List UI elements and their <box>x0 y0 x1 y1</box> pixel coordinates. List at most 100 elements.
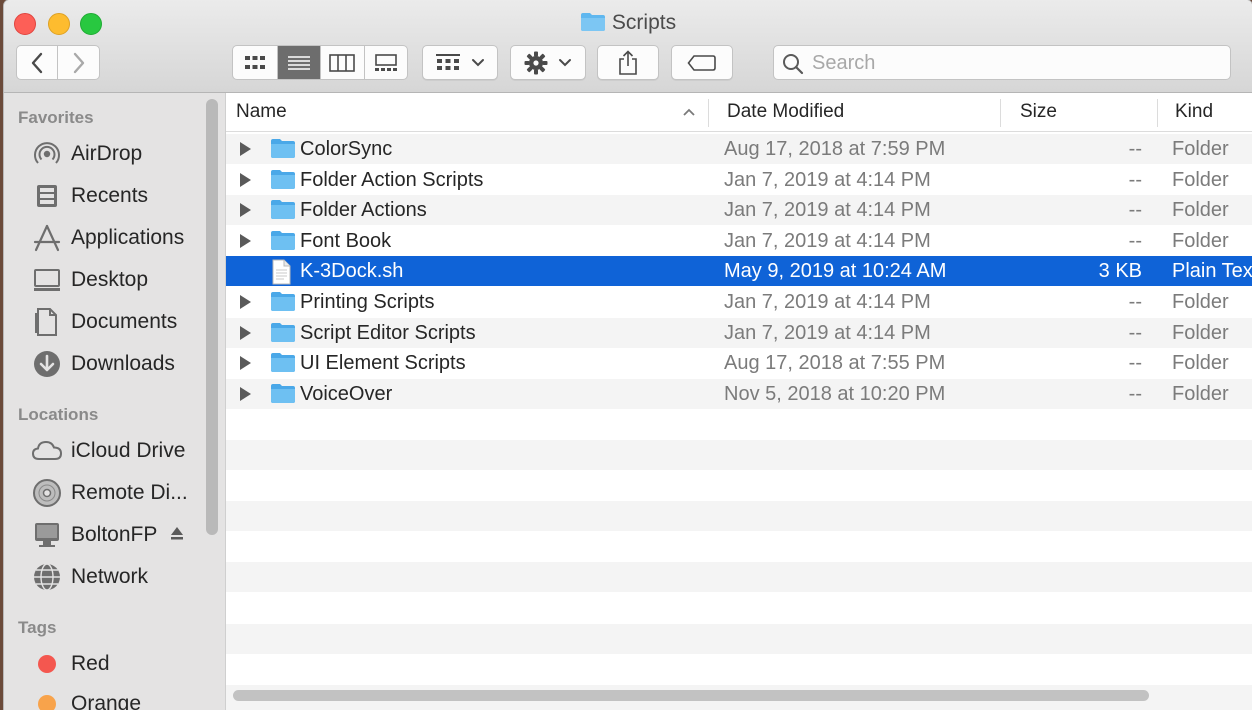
table-row[interactable]: VoiceOver Nov 5, 2018 at 10:20 PM -- Folder <box>226 378 1252 410</box>
file-kind: Folder <box>1172 138 1229 160</box>
column-divider[interactable] <box>1000 99 1001 127</box>
empty-row <box>226 623 1252 654</box>
icon-view-button[interactable] <box>233 46 279 79</box>
disclosure-triangle-icon[interactable] <box>240 325 251 340</box>
file-kind: Folder <box>1172 352 1229 375</box>
cloud-icon <box>31 435 63 467</box>
folder-icon <box>270 137 296 165</box>
downloads-icon <box>31 348 63 380</box>
folder-icon <box>270 382 296 410</box>
folder-icon <box>270 351 296 379</box>
computer-icon <box>31 519 63 551</box>
nav-buttons <box>16 45 100 80</box>
column-header-date[interactable]: Date Modified <box>727 101 844 123</box>
folder-icon <box>580 12 606 38</box>
column-header-size[interactable]: Size <box>1020 101 1057 123</box>
disclosure-triangle-icon[interactable] <box>240 295 251 309</box>
table-row[interactable]: Folder Action Scripts Jan 7, 2019 at 4:14… <box>226 165 1252 195</box>
sidebar-item-label: Documents <box>71 310 178 333</box>
column-view-button[interactable] <box>321 46 365 79</box>
disclosure-triangle-icon[interactable] <box>240 172 251 187</box>
table-row[interactable]: K-3Dock.sh May 9, 2019 at 10:24 AM 3 KB Pla… <box>226 256 1252 287</box>
file-date-modified: Jan 7, 2019 at 4:14 PM <box>724 321 931 344</box>
empty-row <box>226 593 1252 623</box>
folder-icon <box>270 168 296 196</box>
file-size: -- <box>1128 168 1142 191</box>
disclosure-triangle-icon[interactable] <box>240 203 251 218</box>
file-kind: Folder <box>1172 321 1229 344</box>
column-header-name[interactable]: Name <box>236 101 287 123</box>
sidebar-item-documents[interactable]: Documents <box>4 302 204 342</box>
search-field[interactable] <box>773 45 1231 80</box>
eject-icon[interactable] <box>169 525 185 546</box>
disclosure-triangle-icon[interactable] <box>240 386 251 401</box>
window-title: Scripts <box>4 11 1252 38</box>
sidebar-item-tag-red[interactable]: Red <box>4 644 204 684</box>
share-button[interactable] <box>597 45 659 80</box>
file-name: K-3Dock.sh <box>300 260 404 283</box>
sidebar-item-applications[interactable]: Applications <box>4 218 204 258</box>
table-row[interactable]: Folder Actions Jan 7, 2019 at 4:14 PM -- Fo… <box>226 195 1252 226</box>
chevron-left-icon <box>31 52 43 73</box>
sidebar-item-downloads[interactable]: Downloads <box>4 344 204 384</box>
gallery-view-button[interactable] <box>365 46 408 79</box>
action-button[interactable] <box>510 45 586 80</box>
horizontal-scrollbar[interactable] <box>233 690 1149 701</box>
table-row[interactable]: Printing Scripts Jan 7, 2019 at 4:14 PM --… <box>226 287 1252 317</box>
file-size: -- <box>1128 199 1142 222</box>
sidebar-item-desktop[interactable]: Desktop <box>4 260 204 300</box>
file-date-modified: Nov 5, 2018 at 10:20 PM <box>724 382 946 405</box>
applications-icon <box>31 222 63 254</box>
file-size: -- <box>1128 229 1142 252</box>
table-row[interactable]: UI Element Scripts Aug 17, 2018 at 7:55 P… <box>226 348 1252 378</box>
file-name: Printing Scripts <box>300 291 435 313</box>
sidebar-item-network[interactable]: Network <box>4 557 204 597</box>
file-size: 3 KB <box>1098 260 1142 283</box>
sidebar-item-label: Downloads <box>71 352 175 375</box>
sort-ascending-icon[interactable] <box>682 107 696 117</box>
column-divider[interactable] <box>708 99 709 127</box>
empty-row <box>226 409 1252 439</box>
forward-button[interactable] <box>58 46 99 79</box>
file-list: Name Date Modified Size Kind ColorSync Au… <box>226 93 1252 710</box>
column-header: Name Date Modified Size Kind <box>226 93 1252 132</box>
search-input[interactable] <box>810 50 1224 77</box>
file-size: -- <box>1128 291 1142 313</box>
table-row[interactable]: Font Book Jan 7, 2019 at 4:14 PM -- Folder <box>226 226 1252 256</box>
file-date-modified: Jan 7, 2019 at 4:14 PM <box>724 199 931 222</box>
sidebar-item-label: iCloud Drive <box>71 439 186 462</box>
column-divider[interactable] <box>1157 99 1158 127</box>
folder-icon <box>270 198 296 226</box>
table-row[interactable]: ColorSync Aug 17, 2018 at 7:59 PM -- Folder <box>226 134 1252 164</box>
file-kind: Folder <box>1172 199 1229 222</box>
airdrop-icon <box>31 138 63 170</box>
tag-dot-icon <box>31 688 63 710</box>
tag-button[interactable] <box>671 45 733 80</box>
sidebar-heading-favorites: Favorites <box>18 108 94 127</box>
disclosure-triangle-icon[interactable] <box>240 233 251 248</box>
sidebar-item-label: Remote Di... <box>71 481 188 504</box>
column-header-kind[interactable]: Kind <box>1175 101 1213 123</box>
file-kind: Plain Text <box>1172 260 1252 283</box>
file-name: Folder Action Scripts <box>300 168 484 191</box>
file-kind: Folder <box>1172 229 1229 252</box>
disclosure-triangle-icon[interactable] <box>240 142 251 156</box>
file-date-modified: Aug 17, 2018 at 7:59 PM <box>724 138 946 160</box>
disclosure-triangle-icon[interactable] <box>240 356 251 371</box>
sidebar-item-boltonfp[interactable]: BoltonFP <box>4 515 204 555</box>
sidebar-item-tag-orange[interactable]: Orange <box>4 684 204 710</box>
sidebar-item-remote-disc[interactable]: Remote Di... <box>4 473 204 513</box>
chevron-down-icon <box>472 58 484 66</box>
sidebar-item-icloud-drive[interactable]: iCloud Drive <box>4 431 204 471</box>
sidebar-item-recents[interactable]: Recents <box>4 176 204 216</box>
group-button[interactable] <box>422 45 498 80</box>
back-button[interactable] <box>17 46 59 79</box>
file-date-modified: Aug 17, 2018 at 7:55 PM <box>724 352 946 375</box>
table-row[interactable]: Script Editor Scripts Jan 7, 2019 at 4:14… <box>226 317 1252 348</box>
network-icon <box>31 561 63 593</box>
file-name: ColorSync <box>300 138 393 160</box>
sidebar-scrollbar[interactable] <box>206 99 218 535</box>
sidebar-item-airdrop[interactable]: AirDrop <box>4 134 204 174</box>
sidebar-item-label: Orange <box>71 692 142 710</box>
list-view-button[interactable] <box>278 46 321 79</box>
